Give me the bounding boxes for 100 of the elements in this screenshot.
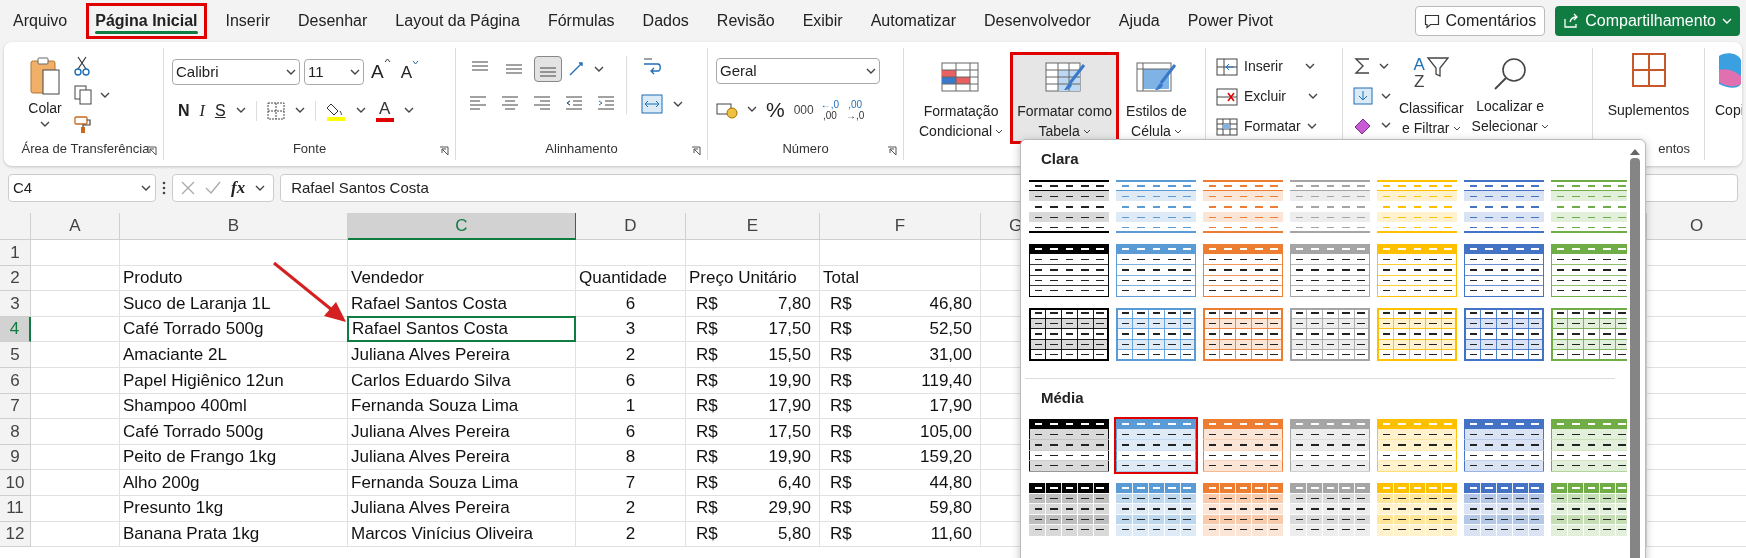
- spreadsheet-cell[interactable]: R$ 6,40: [686, 470, 820, 496]
- menu-tab[interactable]: Inserir: [216, 3, 279, 39]
- menu-tab[interactable]: Revisão: [707, 3, 784, 39]
- percent-button[interactable]: %: [764, 94, 787, 126]
- spreadsheet-cell[interactable]: 2: [576, 495, 686, 522]
- bold-button[interactable]: N: [178, 98, 190, 123]
- cells-insert-button[interactable]: Inserir: [1216, 56, 1318, 77]
- spreadsheet-cell[interactable]: R$ 19,90: [686, 367, 820, 394]
- comments-button[interactable]: Comentários: [1414, 6, 1546, 36]
- sort-filter-button[interactable]: A Z Classificar e Filtrar: [1399, 54, 1464, 138]
- spreadsheet-cell[interactable]: R$ 19,90: [686, 444, 820, 471]
- column-header[interactable]: F: [820, 213, 981, 240]
- spreadsheet-cell[interactable]: R$ 17,90: [686, 393, 820, 420]
- italic-button[interactable]: I: [199, 98, 205, 123]
- menu-tab[interactable]: Exibir: [793, 3, 852, 39]
- spreadsheet-cell[interactable]: 6: [576, 367, 686, 394]
- spreadsheet-cell[interactable]: 7: [576, 470, 686, 496]
- spreadsheet-cell[interactable]: Carlos Eduardo Silva: [348, 367, 576, 394]
- underline-button[interactable]: S: [214, 98, 226, 123]
- row-header[interactable]: 11: [0, 495, 31, 522]
- thousands-button[interactable]: 000: [793, 100, 814, 119]
- spreadsheet-cell[interactable]: Fernanda Souza Lima: [348, 393, 576, 420]
- spreadsheet-cell[interactable]: R$ 105,00: [820, 419, 981, 445]
- column-header[interactable]: A: [31, 213, 120, 240]
- addins-button[interactable]: Suplementos: [1607, 52, 1690, 138]
- styles-ribbon-button[interactable]: Formatar como Tabela: [1010, 52, 1120, 144]
- spreadsheet-cell[interactable]: R$ 5,80: [686, 521, 820, 548]
- spreadsheet-cell[interactable]: R$ 17,50: [686, 419, 820, 445]
- spreadsheet-cell[interactable]: Total: [820, 265, 981, 292]
- menu-tab[interactable]: Desenvolvedor: [975, 3, 1100, 39]
- spreadsheet-cell[interactable]: Papel Higiênico 12un: [120, 367, 348, 394]
- row-header[interactable]: 2: [0, 265, 31, 292]
- spreadsheet-cell[interactable]: R$ 119,40: [820, 367, 981, 394]
- spreadsheet-cell[interactable]: Juliana Alves Pereira: [348, 342, 576, 368]
- spreadsheet-cell[interactable]: R$ 44,80: [820, 470, 981, 496]
- styles-ribbon-button[interactable]: Formatação Condicional: [912, 52, 1011, 144]
- row-header[interactable]: 6: [0, 367, 31, 394]
- menu-tab[interactable]: Layout da Página: [386, 3, 529, 39]
- insert-function-button[interactable]: fx: [231, 175, 246, 201]
- spreadsheet-cell[interactable]: R$ 59,80: [820, 495, 981, 522]
- cells-delete-button[interactable]: Excluir: [1216, 86, 1318, 107]
- spreadsheet-cell[interactable]: Preço Unitário: [686, 265, 820, 292]
- name-box[interactable]: C4: [8, 174, 156, 202]
- spreadsheet-cell[interactable]: R$ 52,50: [820, 316, 981, 343]
- row-header[interactable]: 8: [0, 419, 31, 445]
- find-select-button[interactable]: Localizar e Selecionar: [1471, 54, 1549, 136]
- decrease-decimal-button[interactable]: ,00 →,0: [846, 98, 865, 121]
- menu-tab[interactable]: Arquivo: [4, 3, 77, 39]
- spreadsheet-cell[interactable]: 2: [576, 521, 686, 548]
- spreadsheet-cell[interactable]: R$ 159,20: [820, 444, 981, 471]
- spreadsheet-cell[interactable]: 3: [576, 316, 686, 343]
- spreadsheet-cell[interactable]: 6: [576, 291, 686, 317]
- spreadsheet-cell[interactable]: 8: [576, 444, 686, 471]
- spreadsheet-cell[interactable]: Juliana Alves Pereira: [348, 419, 576, 445]
- menu-tab[interactable]: Desenhar: [288, 3, 377, 39]
- column-header[interactable]: C: [348, 213, 576, 240]
- font-color-button[interactable]: A: [375, 99, 394, 122]
- column-header[interactable]: D: [576, 213, 686, 240]
- shrink-font-button[interactable]: A: [397, 59, 423, 85]
- font-size-field[interactable]: 11: [304, 59, 364, 86]
- menu-tab[interactable]: Power Pivot: [1178, 3, 1283, 39]
- menu-tab[interactable]: Ajuda: [1109, 3, 1169, 39]
- cells-format-button[interactable]: Formatar: [1216, 116, 1318, 137]
- spreadsheet-cell[interactable]: Peito de Frango 1kg: [120, 444, 348, 471]
- spreadsheet-cell[interactable]: Banana Prata 1kg: [120, 521, 348, 548]
- menu-tab[interactable]: Página Inicial: [86, 3, 207, 39]
- spreadsheet-cell[interactable]: Vendedor: [348, 265, 576, 292]
- spreadsheet-cell[interactable]: R$ 17,50: [686, 316, 820, 343]
- row-header[interactable]: 1: [0, 240, 31, 266]
- column-header[interactable]: E: [686, 213, 820, 240]
- spreadsheet-cell[interactable]: Rafael Santos Costa: [348, 291, 576, 317]
- row-header[interactable]: 5: [0, 342, 31, 368]
- copilot-button[interactable]: Copi: [1715, 52, 1742, 120]
- spreadsheet-cell[interactable]: Fernanda Souza Lima: [348, 470, 576, 496]
- spreadsheet-cell[interactable]: Marcos Vinícius Oliveira: [348, 521, 576, 548]
- row-header[interactable]: 3: [0, 291, 31, 317]
- spreadsheet-cell[interactable]: R$ 7,80: [686, 291, 820, 317]
- number-format-field[interactable]: Geral: [716, 58, 880, 84]
- menu-tab[interactable]: Automatizar: [861, 3, 966, 39]
- spreadsheet-cell[interactable]: Alho 200g: [120, 470, 348, 496]
- row-header[interactable]: 12: [0, 521, 31, 548]
- font-name-field[interactable]: Calibri: [172, 59, 300, 86]
- spreadsheet-cell[interactable]: Produto: [120, 265, 348, 292]
- row-header[interactable]: 9: [0, 444, 31, 471]
- spreadsheet-cell[interactable]: Quantidade: [576, 265, 686, 292]
- spreadsheet-cell[interactable]: Presunto 1kg: [120, 495, 348, 522]
- spreadsheet-cell[interactable]: R$ 29,90: [686, 495, 820, 522]
- spreadsheet-cell[interactable]: Amaciante 2L: [120, 342, 348, 368]
- spreadsheet-cell[interactable]: Juliana Alves Pereira: [348, 495, 576, 522]
- row-header[interactable]: 7: [0, 393, 31, 420]
- grow-font-button[interactable]: A: [368, 58, 394, 87]
- menu-tab[interactable]: Dados: [633, 3, 698, 39]
- spreadsheet-cell[interactable]: R$ 31,00: [820, 342, 981, 368]
- share-button[interactable]: Compartilhamento: [1555, 6, 1740, 36]
- spreadsheet-cell[interactable]: Rafael Santos Costa: [347, 315, 576, 343]
- spreadsheet-cell[interactable]: 2: [576, 342, 686, 368]
- column-header[interactable]: O: [1647, 213, 1746, 240]
- paste-button[interactable]: Colar: [22, 52, 68, 128]
- increase-decimal-button[interactable]: ←,0 ,00: [820, 98, 840, 121]
- spreadsheet-cell[interactable]: 1: [576, 393, 686, 420]
